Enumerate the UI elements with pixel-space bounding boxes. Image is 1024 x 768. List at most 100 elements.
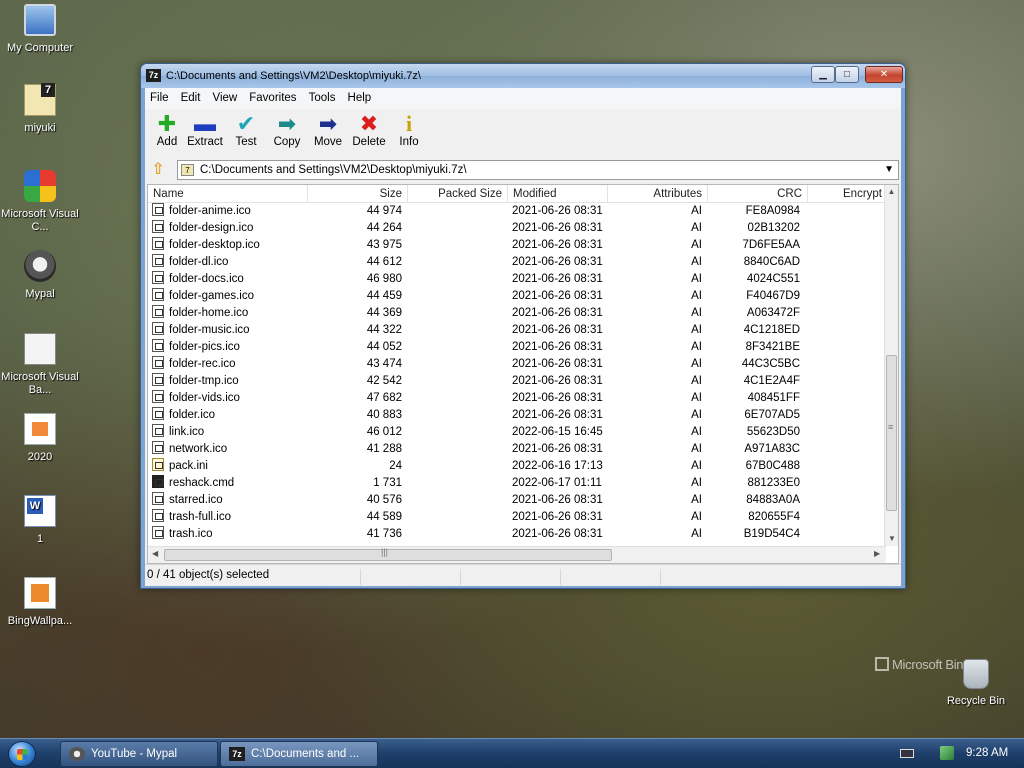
desktop-icon-1[interactable]: 1 — [1, 495, 79, 546]
column-header-size[interactable]: Size — [308, 185, 408, 202]
table-row[interactable]: folder-design.ico 44 264 2021-06-26 08:31 A… — [148, 220, 886, 237]
table-row[interactable]: trash.ico 41 736 2021-06-26 08:31 AI B19D54C… — [148, 526, 886, 543]
info-button[interactable]: i Info — [387, 112, 431, 149]
file-list: Name Size Packed Size Modified Attribute… — [147, 184, 899, 564]
file-name-cell: link.ico — [152, 424, 306, 441]
menu-file[interactable]: File — [145, 88, 173, 104]
table-row[interactable]: folder-tmp.ico 42 542 2021-06-26 08:31 AI 4C… — [148, 373, 886, 390]
extract-button[interactable]: ▬ Extract — [183, 112, 227, 149]
table-row[interactable]: folder-home.ico 44 369 2021-06-26 08:31 AI A… — [148, 305, 886, 322]
status-panel — [561, 569, 661, 585]
up-folder-button[interactable]: ⇧ — [149, 161, 167, 179]
scroll-down-arrow[interactable]: ▼ — [885, 532, 899, 546]
file-attributes: AI — [691, 358, 702, 370]
scroll-right-arrow[interactable]: ▶ — [874, 549, 880, 558]
mypal-icon — [69, 747, 85, 761]
scroll-thumb[interactable] — [886, 355, 897, 511]
7z-icon: 7z — [229, 747, 245, 761]
file-encrypted — [808, 458, 884, 475]
table-row[interactable]: folder.ico 40 883 2021-06-26 08:31 AI 6E707A… — [148, 407, 886, 424]
7z-app-icon[interactable]: 7z — [146, 69, 161, 82]
taskbar-button-7zip[interactable]: 7z C:\Documents and ... — [220, 741, 378, 767]
menu-tools[interactable]: Tools — [304, 88, 340, 104]
file-crc: B19D54C4 — [743, 528, 800, 540]
desktop-icon-miyuki[interactable]: miyuki — [1, 83, 79, 135]
file-name: starred.ico — [169, 494, 223, 506]
keyboard-icon[interactable] — [900, 749, 914, 758]
file-name: folder-design.ico — [169, 222, 254, 234]
desktop-icon-2020[interactable]: 2020 — [1, 413, 79, 464]
scroll-up-arrow[interactable]: ▲ — [885, 185, 898, 199]
table-row[interactable]: folder-games.ico 44 459 2021-06-26 08:31 AI… — [148, 288, 886, 305]
desktop-icon-mypal[interactable]: Mypal — [1, 250, 79, 301]
file-name-cell: folder-vids.ico — [152, 390, 306, 407]
table-row[interactable]: folder-dl.ico 44 612 2021-06-26 08:31 AI 884… — [148, 254, 886, 271]
status-bar: 0 / 41 object(s) selected — [145, 564, 901, 586]
menu-view[interactable]: View — [207, 88, 241, 104]
clock[interactable]: 9:28 AM — [966, 747, 1008, 759]
table-row[interactable]: trash-full.ico 44 589 2021-06-26 08:31 AI 82… — [148, 509, 886, 526]
start-button[interactable] — [8, 741, 36, 767]
table-row[interactable]: folder-anime.ico 44 974 2021-06-26 08:31 AI… — [148, 203, 886, 220]
table-row[interactable]: folder-docs.ico 46 980 2021-06-26 08:31 AI 4… — [148, 271, 886, 288]
column-header-modified[interactable]: Modified — [508, 185, 608, 202]
word-document-icon — [24, 495, 56, 527]
file-name-cell: folder-games.ico — [152, 288, 306, 305]
file-packed-size — [408, 407, 502, 424]
table-row[interactable]: folder-music.ico 44 322 2021-06-26 08:31 AI… — [148, 322, 886, 339]
title-bar[interactable]: 7z C:\Documents and Settings\VM2\Desktop… — [141, 64, 905, 88]
file-icon — [152, 356, 164, 369]
table-row[interactable]: link.ico 46 012 2022-06-15 16:45 AI 55623D50 — [148, 424, 886, 441]
move-button[interactable]: ➡ Move — [306, 112, 350, 149]
chevron-down-icon[interactable]: ▼ — [884, 164, 894, 175]
file-crc: A063472F — [746, 307, 800, 319]
desktop-icon-my-computer[interactable]: My Computer — [1, 4, 79, 55]
taskbar-button-mypal[interactable]: YouTube - Mypal — [60, 741, 218, 767]
column-header-packed-size[interactable]: Packed Size — [408, 185, 508, 202]
hscroll-thumb[interactable] — [164, 547, 612, 561]
file-crc: 67B0C488 — [745, 460, 800, 472]
status-panel — [461, 569, 561, 585]
file-attributes: AI — [691, 392, 702, 404]
file-size: 44 369 — [366, 307, 402, 319]
desktop-icon-visual-basic[interactable]: Microsoft Visual Ba... — [1, 333, 79, 397]
menu-help[interactable]: Help — [343, 88, 376, 104]
file-modified: 2021-06-26 08:31 — [512, 341, 603, 353]
table-row[interactable]: folder-desktop.ico 43 975 2021-06-26 08:31… — [148, 237, 886, 254]
network-icon[interactable] — [940, 746, 954, 760]
scroll-left-arrow[interactable]: ◀ — [152, 549, 158, 558]
table-row[interactable]: starred.ico 40 576 2021-06-26 08:31 AI 84883… — [148, 492, 886, 509]
column-header-attributes[interactable]: Attributes — [608, 185, 708, 202]
column-header-name[interactable]: Name — [148, 185, 308, 202]
desktop-icon-visual-c[interactable]: Microsoft Visual C... — [1, 170, 79, 234]
table-row[interactable]: folder-pics.ico 44 052 2021-06-26 08:31 AI 8… — [148, 339, 886, 356]
column-header-encrypted[interactable]: Encrypt — [808, 185, 886, 202]
table-row[interactable]: folder-vids.ico 47 682 2021-06-26 08:31 AI 4… — [148, 390, 886, 407]
vertical-scrollbar[interactable]: ▲ ▼ — [884, 185, 898, 546]
menu-edit[interactable]: Edit — [176, 88, 205, 104]
file-modified: 2021-06-26 08:31 — [512, 409, 603, 421]
file-name: reshack.cmd — [169, 477, 235, 489]
delete-button[interactable]: ✖ Delete — [347, 112, 391, 149]
table-row[interactable]: reshack.cmd 1 731 2022-06-17 01:11 AI 881233… — [148, 475, 886, 492]
menu-favorites[interactable]: Favorites — [244, 88, 300, 104]
column-header-crc[interactable]: CRC — [708, 185, 808, 202]
minimize-button[interactable]: ▁ — [811, 66, 835, 83]
maximize-button[interactable]: □ — [835, 66, 859, 83]
file-attributes: AI — [691, 273, 702, 285]
file-icon — [152, 390, 164, 403]
document-icon — [24, 413, 56, 445]
file-name: folder-desktop.ico — [169, 239, 260, 251]
test-button[interactable]: ✔ Test — [224, 112, 268, 149]
table-row[interactable]: folder-rec.ico 43 474 2021-06-26 08:31 AI 44… — [148, 356, 886, 373]
desktop-icon-bingwallpaper[interactable]: BingWallpa... — [1, 577, 79, 628]
table-row[interactable]: network.ico 41 288 2021-06-26 08:31 AI A971A… — [148, 441, 886, 458]
copy-button[interactable]: ➡ Copy — [265, 112, 309, 149]
address-combobox[interactable]: 7 C:\Documents and Settings\VM2\Desktop\… — [177, 160, 899, 180]
table-row[interactable]: pack.ini 24 2022-06-16 17:13 AI 67B0C488 — [148, 458, 886, 475]
list-header: Name Size Packed Size Modified Attribute… — [148, 185, 886, 203]
file-icon — [152, 407, 164, 420]
file-packed-size — [408, 322, 502, 339]
horizontal-scrollbar[interactable]: ◀ ▶ — [148, 546, 886, 563]
close-button[interactable]: ✕ — [865, 66, 903, 83]
